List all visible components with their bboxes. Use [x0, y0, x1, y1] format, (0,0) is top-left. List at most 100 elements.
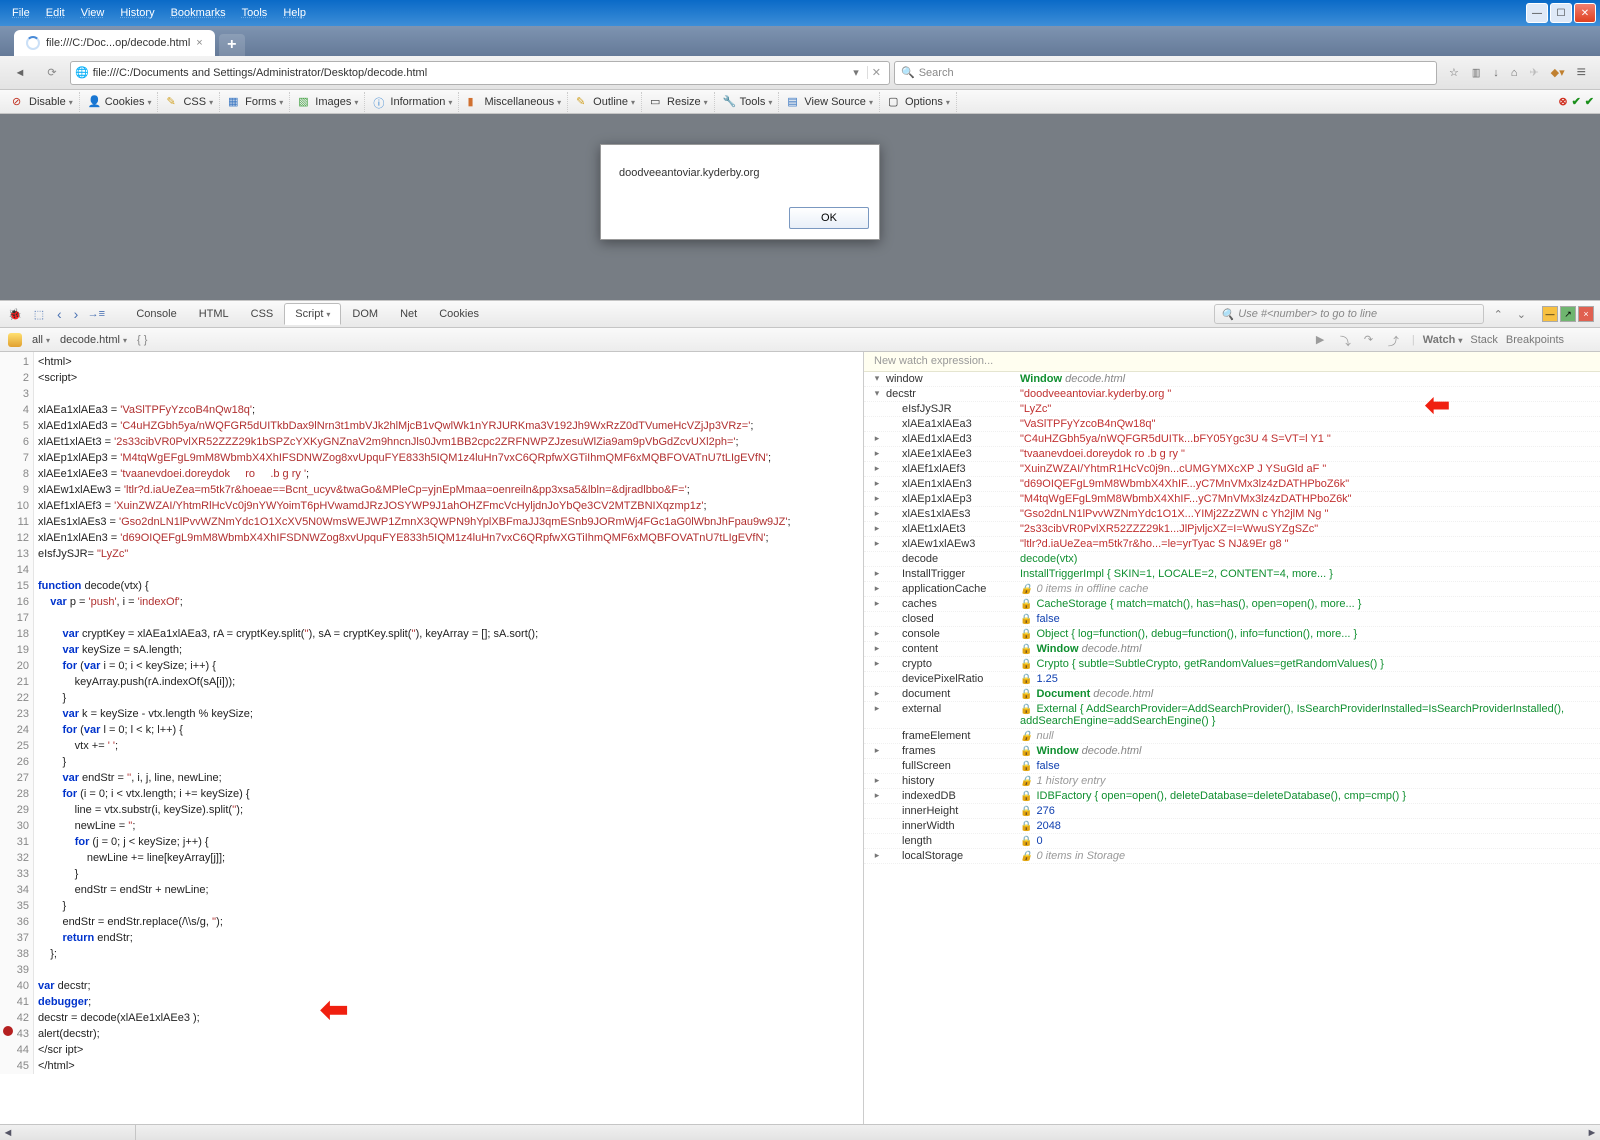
search-next-button[interactable]: ⌄	[1513, 308, 1530, 321]
tab-script[interactable]: Script	[284, 303, 341, 325]
tools-menu[interactable]: 🔧Tools	[717, 92, 780, 112]
menu-history[interactable]: History	[112, 5, 162, 21]
home-icon[interactable]: ⌂	[1511, 67, 1518, 79]
images-menu[interactable]: ▧Images	[292, 92, 365, 112]
watch-tab[interactable]: Watch	[1423, 334, 1463, 346]
menu-view[interactable]: View	[73, 5, 113, 21]
send-icon[interactable]: ✈	[1529, 66, 1538, 79]
check-icon[interactable]: ✔	[1572, 95, 1581, 108]
script-type-dropdown[interactable]: all	[32, 334, 50, 346]
menu-bookmarks[interactable]: Bookmarks	[163, 5, 234, 21]
check2-icon[interactable]: ✔	[1585, 95, 1594, 108]
reload-button[interactable]: ⟳	[38, 60, 66, 86]
stack-tab[interactable]: Stack	[1470, 334, 1498, 346]
watch-row[interactable]: fullScreen🔒false	[864, 759, 1600, 774]
watch-row[interactable]: xlAEa1xlAEa3"VaSlTPFyYzcoB4nQw18q"	[864, 417, 1600, 432]
error-indicator-icon[interactable]: ⊗	[1558, 95, 1567, 108]
line-gutter[interactable]: 1234567891011121314151617181920212223242…	[0, 352, 34, 1074]
tab-console[interactable]: Console	[125, 303, 187, 325]
script-back-button[interactable]: ‹	[54, 306, 65, 322]
viewsource-menu[interactable]: ▤View Source	[781, 92, 880, 112]
watch-row[interactable]: ▸applicationCache🔒0 items in offline cac…	[864, 582, 1600, 597]
url-dropdown-icon[interactable]: ▾	[849, 66, 863, 79]
break-indicator-icon[interactable]	[8, 333, 22, 347]
cookies-menu[interactable]: 👤Cookies	[82, 92, 159, 112]
watch-row[interactable]: closed🔒false	[864, 612, 1600, 627]
extension-icon[interactable]: ◆▾	[1551, 66, 1565, 79]
watch-row[interactable]: ▸xlAEn1xlAEn3"d69OIQEFgL9mM8WbmbX4XhIF..…	[864, 477, 1600, 492]
bookmark-star-icon[interactable]: ☆	[1449, 66, 1459, 79]
forms-menu[interactable]: ▦Forms	[222, 92, 290, 112]
tab-net[interactable]: Net	[389, 303, 428, 325]
menu-file[interactable]: File	[4, 5, 38, 21]
watch-row[interactable]: ▸xlAEe1xlAEe3"tvaanevdoei.doreydok ro .b…	[864, 447, 1600, 462]
menu-tools[interactable]: Tools	[234, 5, 276, 21]
step-out-button[interactable]: ⤴	[1388, 333, 1404, 347]
watch-row[interactable]: ▸crypto🔒Crypto { subtle=SubtleCrypto, ge…	[864, 657, 1600, 672]
inspect-icon[interactable]: ⬚	[30, 305, 48, 323]
firebug-minimize-button[interactable]: —	[1542, 306, 1558, 322]
tab-html[interactable]: HTML	[188, 303, 240, 325]
watch-row[interactable]: eIsfJySJR"LyZc"	[864, 402, 1600, 417]
watch-row[interactable]: ▸console🔒Object { log=function(), debug=…	[864, 627, 1600, 642]
resize-menu[interactable]: ▭Resize	[644, 92, 715, 112]
firebug-search-input[interactable]: 🔍 Use #<number> to go to line	[1214, 304, 1484, 324]
watch-row[interactable]: ▸indexedDB🔒IDBFactory { open=open(), del…	[864, 789, 1600, 804]
watch-row[interactable]: ▸history🔒1 history entry	[864, 774, 1600, 789]
script-forward-button[interactable]: ›	[71, 306, 82, 322]
css-menu[interactable]: ✎CSS	[160, 92, 220, 112]
watch-row[interactable]: ▸xlAEp1xlAEp3"M4tqWgEFgL9mM8WbmbX4XhIF..…	[864, 492, 1600, 507]
tab-close-icon[interactable]: ×	[196, 37, 202, 49]
scroll-left-icon[interactable]: ◄	[0, 1125, 16, 1140]
firebug-close-button[interactable]: ×	[1578, 306, 1594, 322]
continue-button[interactable]: ▶	[1316, 333, 1332, 347]
watch-row[interactable]: innerHeight🔒276	[864, 804, 1600, 819]
firebug-popout-button[interactable]: ↗	[1560, 306, 1576, 322]
watch-row[interactable]: decodedecode(vtx)	[864, 552, 1600, 567]
watch-row[interactable]: ▸xlAEt1xlAEt3"2s33cibVR0PvlXR52ZZZ29k1..…	[864, 522, 1600, 537]
options-menu[interactable]: ▢Options	[882, 92, 957, 112]
watch-row[interactable]: ▸xlAEf1xlAEf3"XuinZWZAI/YhtmR1HcVc0j9n..…	[864, 462, 1600, 477]
new-tab-button[interactable]: +	[219, 34, 245, 56]
watch-row[interactable]: length🔒0	[864, 834, 1600, 849]
watch-row[interactable]: ▸xlAEs1xlAEs3"Gso2dnLN1lPvvWZNmYdc1O1X..…	[864, 507, 1600, 522]
menu-help[interactable]: Help	[275, 5, 314, 21]
hamburger-menu-icon[interactable]: ≡	[1577, 64, 1586, 82]
watch-row[interactable]: ▸xlAEw1xlAEw3"ltlr?d.iaUeZea=m5tk7r&ho..…	[864, 537, 1600, 552]
tab-css[interactable]: CSS	[240, 303, 285, 325]
source-code-pane[interactable]: 1234567891011121314151617181920212223242…	[0, 352, 864, 1124]
alert-ok-button[interactable]: OK	[789, 207, 869, 229]
watch-row[interactable]: ▸localStorage🔒0 items in Storage	[864, 849, 1600, 864]
watch-row[interactable]: ▸document🔒Document decode.html	[864, 687, 1600, 702]
watch-row[interactable]: ▸InstallTriggerInstallTriggerImpl { SKIN…	[864, 567, 1600, 582]
watch-row[interactable]: ▾windowWindow decode.html	[864, 372, 1600, 387]
scroll-right-icon[interactable]: ►	[1584, 1125, 1600, 1140]
disable-menu[interactable]: ⊘Disable	[6, 92, 80, 112]
watch-row[interactable]: ▸external🔒External { AddSearchProvider=A…	[864, 702, 1600, 729]
watch-row[interactable]: devicePixelRatio🔒1.25	[864, 672, 1600, 687]
downloads-icon[interactable]: ↓	[1493, 67, 1499, 79]
watch-row[interactable]: frameElement🔒null	[864, 729, 1600, 744]
menu-edit[interactable]: Edit	[38, 5, 73, 21]
step-over-button[interactable]: ↷	[1364, 333, 1380, 347]
search-input[interactable]: 🔍 Search	[894, 61, 1437, 85]
watch-row[interactable]: innerWidth🔒2048	[864, 819, 1600, 834]
library-icon[interactable]: ▥	[1472, 66, 1480, 79]
close-button[interactable]: ✕	[1574, 3, 1596, 23]
watch-row[interactable]: ▸caches🔒CacheStorage { match=match(), ha…	[864, 597, 1600, 612]
maximize-button[interactable]: ☐	[1550, 3, 1572, 23]
watch-row[interactable]: ▸content🔒Window decode.html	[864, 642, 1600, 657]
breakpoints-tab[interactable]: Breakpoints	[1506, 334, 1564, 346]
watch-row[interactable]: ▾decstr"doodveeantoviar.kyderby.org "	[864, 387, 1600, 402]
tab-dom[interactable]: DOM	[341, 303, 389, 325]
back-button[interactable]: ◄	[6, 60, 34, 86]
firebug-icon[interactable]: 🐞	[6, 305, 24, 323]
minimize-button[interactable]: —	[1526, 3, 1548, 23]
information-menu[interactable]: ⓘInformation	[367, 92, 459, 112]
step-into-button[interactable]: ⤵	[1340, 333, 1356, 347]
script-file-dropdown[interactable]: decode.html	[60, 334, 127, 346]
url-input[interactable]: 🌐 file:///C:/Documents and Settings/Admi…	[70, 61, 890, 85]
watch-row[interactable]: ▸frames🔒Window decode.html	[864, 744, 1600, 759]
tab-cookies[interactable]: Cookies	[428, 303, 490, 325]
outline-menu[interactable]: ✎Outline	[570, 92, 642, 112]
